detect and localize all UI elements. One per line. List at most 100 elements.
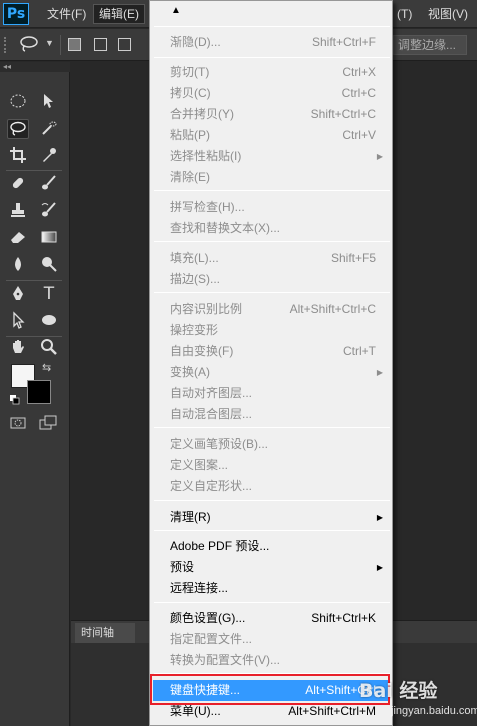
menu-item-copy-merged[interactable]: 合并拷贝(Y) Shift+Ctrl+C — [153, 104, 389, 125]
menu-item-auto-align-layers[interactable]: 自动对齐图层... — [153, 383, 389, 404]
menu-item-label: 描边(S)... — [170, 272, 220, 286]
crop-tool-icon[interactable] — [7, 146, 29, 166]
menu-item-presets[interactable]: 预设 ▶ — [153, 557, 389, 578]
menu-edit[interactable]: 编辑(E) — [93, 4, 145, 24]
marquee-tool-icon[interactable] — [7, 92, 29, 112]
menu-type[interactable]: (T) — [397, 6, 412, 23]
scroll-up-icon[interactable]: ▲ — [150, 5, 392, 21]
lasso-preset-icon[interactable] — [18, 35, 44, 55]
type-tool-icon[interactable]: T — [38, 284, 60, 304]
menu-file[interactable]: 文件(F) — [47, 6, 86, 23]
menu-item-label: 操控变形 — [170, 323, 219, 337]
subtract-from-selection-button[interactable] — [118, 38, 131, 51]
menu-item-label: 合并拷贝(Y) — [170, 107, 234, 121]
healing-brush-tool-icon[interactable] — [7, 174, 29, 194]
default-colors-icon[interactable] — [10, 395, 20, 405]
add-to-selection-button[interactable] — [94, 38, 107, 51]
brush-tool-icon[interactable] — [38, 174, 60, 194]
menu-item-shortcut: Shift+Ctrl+C — [310, 107, 376, 121]
dodge-tool-icon[interactable] — [38, 255, 60, 275]
tab-timeline[interactable]: 时间轴 — [75, 623, 135, 643]
menu-item-paste[interactable]: 粘贴(P) Ctrl+V — [153, 125, 389, 146]
menu-item-puppet-warp[interactable]: 操控变形 — [153, 320, 389, 341]
menu-item-label: 拼写检查(H)... — [170, 200, 245, 214]
chevron-down-icon[interactable]: ▼ — [45, 38, 54, 48]
menu-item-keyboard-shortcuts[interactable]: 键盘快捷键... Alt+Shift+Ctrl — [153, 680, 389, 701]
menu-separator — [154, 190, 390, 191]
menu-item-shortcut: Ctrl+X — [342, 65, 376, 79]
menu-item-label: 预设 — [170, 560, 195, 574]
menu-item-label: 定义图案... — [170, 458, 229, 472]
menu-item-menus[interactable]: 菜单(U)... Alt+Shift+Ctrl+M — [153, 701, 389, 722]
menu-item-shortcut: Shift+Ctrl+F — [311, 35, 376, 49]
menu-item-check-spelling[interactable]: 拼写检查(H)... — [153, 197, 389, 218]
menu-separator — [154, 26, 390, 27]
menu-item-label: 清除(E) — [170, 170, 210, 184]
swap-colors-icon[interactable]: ⇆ — [42, 361, 51, 374]
clone-stamp-tool-icon[interactable] — [7, 201, 29, 221]
path-selection-tool-icon[interactable] — [7, 311, 29, 331]
quick-mask-icon[interactable] — [7, 414, 29, 434]
menu-item-remote-connections[interactable]: 远程连接... — [153, 578, 389, 599]
submenu-arrow-icon: ▶ — [376, 513, 383, 522]
menu-item-convert-to-profile[interactable]: 转换为配置文件(V)... — [153, 650, 389, 671]
grip-handle[interactable] — [4, 37, 10, 53]
menu-item-clear[interactable]: 清除(E) — [153, 167, 389, 188]
refine-edge-button[interactable]: 调整边缘... — [393, 35, 467, 55]
menu-item-auto-blend-layers[interactable]: 自动混合图层... — [153, 404, 389, 425]
history-brush-tool-icon[interactable] — [38, 201, 60, 221]
eyedropper-tool-icon[interactable] — [38, 146, 60, 166]
menu-item-define-pattern[interactable]: 定义图案... — [153, 455, 389, 476]
lasso-tool-icon[interactable] — [7, 119, 29, 139]
menu-separator — [154, 530, 390, 531]
blur-tool-icon[interactable] — [7, 255, 29, 275]
menu-item-label: 指定配置文件... — [170, 632, 253, 646]
zoom-tool-icon[interactable] — [38, 338, 60, 358]
menu-item-label: 渐隐(D)... — [170, 35, 221, 49]
menu-separator — [154, 673, 390, 674]
menu-item-pdf-presets[interactable]: Adobe PDF 预设... — [153, 536, 389, 557]
menu-item-label: 填充(L)... — [170, 251, 219, 265]
menu-item-cut[interactable]: 剪切(T) Ctrl+X — [153, 62, 389, 83]
menu-item-purge[interactable]: 清理(R) ▶ — [153, 507, 389, 528]
menu-item-paste-special[interactable]: 选择性粘贴(I) ▶ — [153, 146, 389, 167]
menu-separator — [154, 427, 390, 428]
menu-item-find-replace[interactable]: 查找和替换文本(X)... — [153, 218, 389, 239]
background-color-swatch[interactable] — [27, 380, 51, 404]
menu-item-copy[interactable]: 拷贝(C) Ctrl+C — [153, 83, 389, 104]
eraser-tool-icon[interactable] — [7, 228, 29, 248]
menu-item-label: 内容识别比例 — [170, 302, 243, 316]
gradient-tool-icon[interactable] — [38, 228, 60, 248]
move-tool-icon[interactable] — [38, 92, 60, 112]
menu-item-shortcut: Alt+Shift+Ctrl+C — [289, 302, 376, 316]
hand-tool-icon[interactable] — [7, 338, 29, 358]
quick-selection-tool-icon[interactable] — [38, 119, 60, 139]
menu-item-content-aware-scale[interactable]: 内容识别比例 Alt+Shift+Ctrl+C — [153, 299, 389, 320]
menu-item-color-settings[interactable]: 颜色设置(G)... Shift+Ctrl+K — [153, 608, 389, 629]
menu-item-label: 清理(R) — [170, 510, 211, 524]
menu-item-label: 剪切(T) — [170, 65, 210, 79]
menu-item-fill[interactable]: 填充(L)... Shift+F5 — [153, 248, 389, 269]
menu-item-define-brush[interactable]: 定义画笔预设(B)... — [153, 434, 389, 455]
menu-item-label: 定义自定形状... — [170, 479, 253, 493]
ellipse-tool-icon[interactable] — [38, 311, 60, 331]
menu-item-stroke[interactable]: 描边(S)... — [153, 269, 389, 290]
menu-item-fade[interactable]: 渐隐(D)... Shift+Ctrl+F — [153, 32, 389, 53]
menu-item-free-transform[interactable]: 自由变换(F) Ctrl+T — [153, 341, 389, 362]
divider — [6, 336, 62, 337]
menu-item-shortcut: Ctrl+C — [341, 86, 376, 100]
screen-mode-icon[interactable] — [38, 414, 60, 434]
menu-item-define-shape[interactable]: 定义自定形状... — [153, 476, 389, 497]
new-selection-button[interactable] — [68, 38, 81, 51]
toolbox-collapse-icon[interactable]: ◂◂ — [0, 62, 70, 72]
menu-view[interactable]: 视图(V) — [428, 6, 468, 23]
menu-item-label: 变换(A) — [170, 365, 210, 379]
menu-separator — [154, 241, 390, 242]
menu-separator — [154, 292, 390, 293]
toolbox: ◂◂ T ⇆ — [0, 62, 70, 726]
menu-item-assign-profile[interactable]: 指定配置文件... — [153, 629, 389, 650]
pen-tool-icon[interactable] — [7, 284, 29, 304]
menu-item-transform[interactable]: 变换(A) ▶ — [153, 362, 389, 383]
divider — [6, 280, 62, 281]
edit-dropdown-menu: ▲ 渐隐(D)... Shift+Ctrl+F 剪切(T) Ctrl+X 拷贝(… — [149, 0, 393, 726]
